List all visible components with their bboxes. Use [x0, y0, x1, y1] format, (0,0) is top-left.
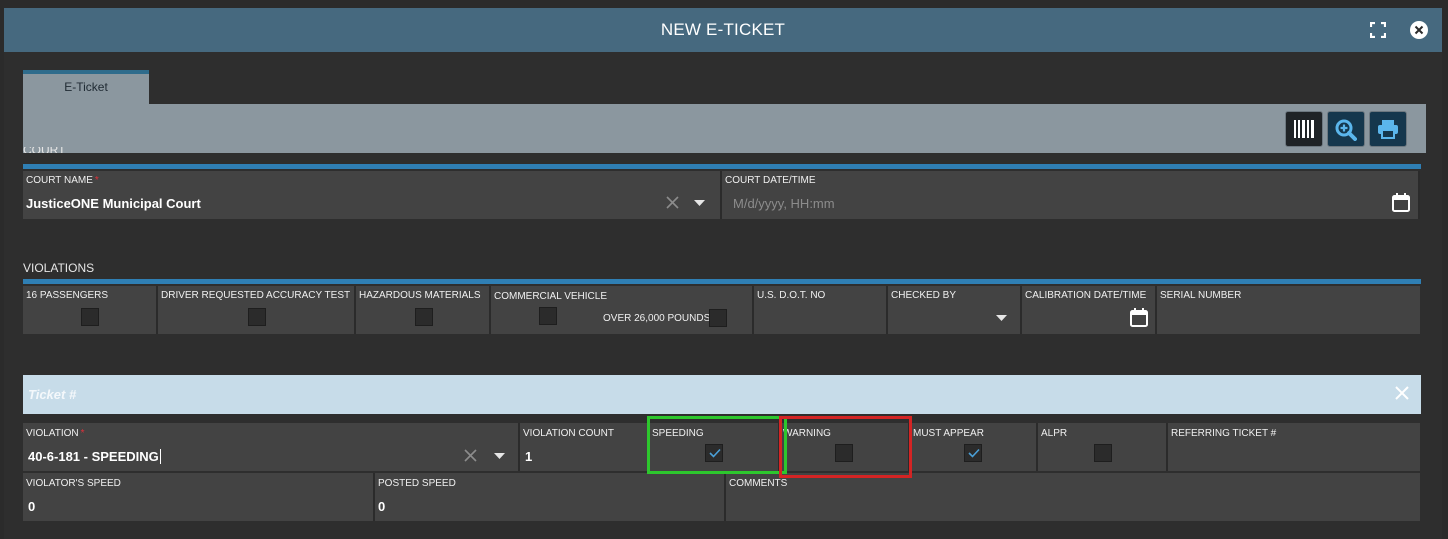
- clear-icon[interactable]: [464, 449, 477, 462]
- commercial-vehicle-checkbox[interactable]: [539, 307, 557, 325]
- calibration-field[interactable]: CALIBRATION DATE/TIME: [1022, 286, 1157, 334]
- print-icon: [1378, 120, 1398, 139]
- accuracy-test-label: DRIVER REQUESTED ACCURACY TEST: [161, 290, 351, 301]
- comments-field[interactable]: COMMENTS: [726, 473, 1420, 521]
- violation-count-value: 1: [525, 449, 533, 464]
- chevron-down-icon[interactable]: [996, 315, 1007, 321]
- must-appear-checkbox[interactable]: [964, 444, 982, 462]
- commercial-vehicle-label: COMMERCIAL VEHICLE: [494, 291, 607, 302]
- print-button[interactable]: [1369, 111, 1407, 147]
- referring-ticket-label: REFERRING TICKET #: [1171, 428, 1277, 439]
- speeding-highlight-box: [647, 416, 787, 474]
- court-section-label: COURT: [23, 147, 65, 153]
- checked-by-label: CHECKED BY: [891, 290, 957, 301]
- violation-value: 40-6-181 - SPEEDING: [28, 449, 161, 464]
- hazmat-checkbox[interactable]: [415, 308, 433, 326]
- dot-number-label: U.S. D.O.T. NO: [757, 290, 826, 301]
- violations-section-divider: [23, 279, 1421, 284]
- violation-field[interactable]: VIOLATION * 40-6-181 - SPEEDING: [23, 423, 520, 471]
- window-title: NEW E-TICKET: [660, 20, 786, 39]
- posted-speed-label: POSTED SPEED: [378, 478, 456, 489]
- serial-number-label: SERIAL NUMBER: [1160, 290, 1242, 301]
- ticket-header: Ticket #: [23, 375, 1421, 414]
- clear-icon[interactable]: [666, 196, 679, 209]
- tab-e-ticket[interactable]: E-Ticket: [23, 70, 149, 104]
- violator-speed-value: 0: [28, 499, 36, 514]
- passengers-checkbox[interactable]: [81, 308, 99, 326]
- accuracy-test-field: DRIVER REQUESTED ACCURACY TEST: [158, 286, 356, 334]
- checkmark-icon: [968, 448, 980, 458]
- alpr-field: ALPR: [1038, 423, 1168, 471]
- checked-by-field[interactable]: CHECKED BY: [888, 286, 1022, 334]
- court-datetime-label: COURT DATE/TIME: [725, 175, 816, 186]
- toolbar: [23, 104, 1426, 153]
- violation-count-field[interactable]: VIOLATION COUNT 1: [520, 423, 649, 471]
- required-marker: *: [94, 175, 99, 186]
- must-appear-field: MUST APPEAR: [910, 423, 1038, 471]
- court-name-label: COURT NAME: [26, 175, 93, 186]
- court-datetime-field[interactable]: COURT DATE/TIME M/d/yyyy, HH:mm: [722, 171, 1420, 219]
- calibration-label: CALIBRATION DATE/TIME: [1025, 290, 1147, 301]
- over-weight-label: OVER 26,000 POUNDS: [603, 313, 711, 324]
- chevron-down-icon[interactable]: [694, 200, 705, 206]
- hazmat-field: HAZARDOUS MATERIALS: [356, 286, 491, 334]
- ticket-number-label: Ticket #: [28, 387, 77, 402]
- calendar-icon[interactable]: [1392, 193, 1410, 212]
- alpr-checkbox[interactable]: [1094, 444, 1112, 462]
- referring-ticket-field[interactable]: REFERRING TICKET #: [1168, 423, 1420, 471]
- commercial-vehicle-field: COMMERCIAL VEHICLE OVER 26,000 POUNDS: [491, 286, 754, 334]
- violations-section-label: VIOLATIONS: [23, 261, 95, 275]
- barcode-button[interactable]: [1285, 111, 1323, 147]
- warning-highlight-box: [779, 416, 912, 478]
- alpr-label: ALPR: [1041, 428, 1068, 439]
- calendar-icon[interactable]: [1130, 308, 1148, 327]
- dot-number-field[interactable]: U.S. D.O.T. NO: [754, 286, 888, 334]
- passengers-field: 16 PASSENGERS: [23, 286, 158, 334]
- violation-count-label: VIOLATION COUNT: [523, 428, 614, 439]
- must-appear-label: MUST APPEAR: [913, 428, 984, 439]
- accuracy-test-checkbox[interactable]: [248, 308, 266, 326]
- chevron-down-icon[interactable]: [494, 453, 505, 459]
- violator-speed-label: VIOLATOR'S SPEED: [26, 478, 121, 489]
- court-section-divider: [23, 164, 1421, 169]
- remove-ticket-icon[interactable]: [1395, 386, 1409, 400]
- barcode-icon: [1294, 120, 1314, 138]
- court-name-field[interactable]: COURT NAME * JusticeONE Municipal Court: [23, 171, 722, 219]
- court-datetime-placeholder: M/d/yyyy, HH:mm: [733, 196, 835, 211]
- serial-number-field[interactable]: SERIAL NUMBER: [1157, 286, 1420, 334]
- over-weight-checkbox[interactable]: [709, 309, 727, 327]
- window-title-bar: NEW E-TICKET: [4, 8, 1442, 52]
- comments-label: COMMENTS: [729, 478, 788, 489]
- maximize-icon[interactable]: [1369, 21, 1387, 39]
- posted-speed-field[interactable]: POSTED SPEED 0: [375, 473, 726, 521]
- required-marker: *: [80, 428, 85, 439]
- passengers-label: 16 PASSENGERS: [26, 290, 109, 301]
- posted-speed-value: 0: [378, 499, 386, 514]
- zoom-button[interactable]: [1327, 111, 1365, 147]
- hazmat-label: HAZARDOUS MATERIALS: [359, 290, 481, 301]
- court-name-value: JusticeONE Municipal Court: [26, 196, 201, 211]
- zoom-in-icon: [1335, 119, 1357, 141]
- close-icon[interactable]: [1410, 21, 1428, 39]
- violation-label: VIOLATION: [26, 428, 79, 439]
- violator-speed-field[interactable]: VIOLATOR'S SPEED 0: [23, 473, 375, 521]
